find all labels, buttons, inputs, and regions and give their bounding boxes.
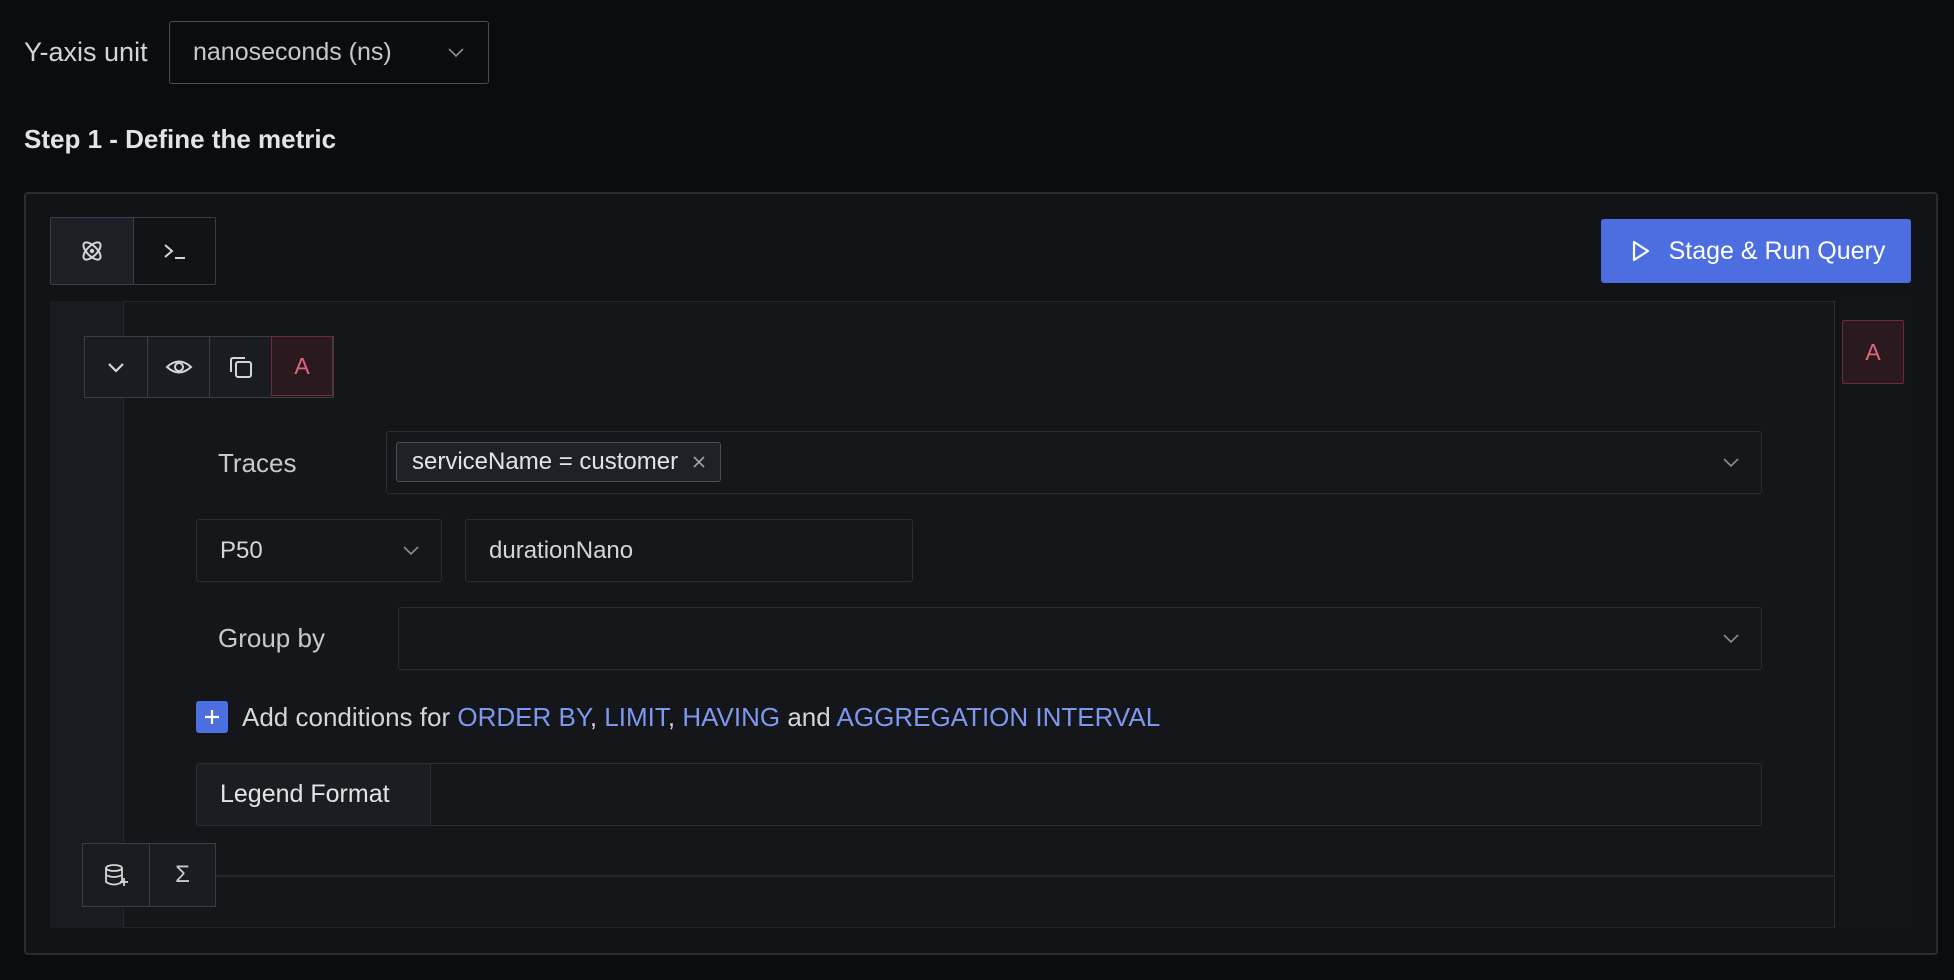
stage-and-run-query-button[interactable]: Stage & Run Query [1601, 219, 1911, 283]
having-keyword: HAVING [682, 701, 781, 732]
chevron-down-icon [1723, 458, 1739, 468]
filter-tag-label: serviceName = customer [412, 448, 679, 475]
query-bottom-toolbar: Σ [82, 843, 216, 907]
traces-label: Traces [218, 448, 297, 478]
add-query-button[interactable] [83, 844, 149, 906]
terminal-icon [163, 244, 185, 259]
toggle-visibility-button[interactable] [147, 337, 209, 397]
y-axis-unit-value: nanoseconds (ns) [193, 38, 392, 66]
query-letter-right-badge[interactable]: A [1842, 320, 1904, 384]
play-icon [1632, 240, 1649, 262]
query-builder-icon [82, 241, 102, 261]
clone-query-button[interactable] [209, 337, 271, 397]
limit-keyword: LIMIT [604, 701, 668, 732]
step-title: Step 1 - Define the metric [24, 124, 337, 154]
database-plus-icon [105, 864, 128, 886]
query-code-mode-button[interactable] [133, 218, 215, 284]
sigma-icon: Σ [175, 861, 190, 888]
chevron-down-icon [448, 48, 464, 58]
chevron-down-icon [403, 546, 419, 556]
chevron-down-icon [1723, 634, 1739, 644]
panel-divider [124, 875, 1834, 877]
copy-icon [229, 357, 252, 378]
aggregate-attribute-input[interactable]: durationNano [465, 519, 913, 582]
group-by-input[interactable] [398, 607, 1762, 670]
query-builder-mode-button[interactable] [51, 218, 133, 284]
legend-format-label: Legend Format [197, 764, 431, 825]
run-button-label: Stage & Run Query [1668, 236, 1886, 265]
aggregation-interval-keyword: AGGREGATION INTERVAL [836, 701, 1161, 732]
query-letter-badge[interactable]: A [271, 336, 333, 396]
add-conditions-prefix: Add conditions for [242, 701, 451, 732]
collapse-query-button[interactable] [85, 337, 147, 397]
query-right-column [1834, 301, 1912, 928]
filter-tag: serviceName = customer [396, 442, 722, 482]
legend-format-field: Legend Format [196, 763, 1762, 826]
separator-comma: , [667, 701, 676, 732]
add-formula-button[interactable]: Σ [149, 844, 215, 906]
order-by-keyword: ORDER BY [457, 701, 590, 732]
aggregate-attribute-value: durationNano [489, 536, 634, 564]
query-mode-toggle [50, 217, 216, 285]
eye-icon [165, 360, 192, 374]
y-axis-unit-select[interactable]: nanoseconds (ns) [169, 21, 489, 84]
add-conditions-row[interactable]: Add conditions for ORDER BY, LIMIT, HAVI… [196, 700, 1160, 734]
y-axis-unit-label: Y-axis unit [24, 37, 148, 67]
group-by-label: Group by [218, 623, 325, 653]
close-icon[interactable] [692, 455, 706, 469]
aggregate-operator-value: P50 [220, 536, 263, 564]
chevron-down-icon [108, 363, 124, 373]
legend-format-input[interactable] [431, 764, 1761, 825]
query-actions-toolbar: A [84, 336, 334, 398]
aggregate-operator-select[interactable]: P50 [196, 519, 442, 582]
and-text: and [787, 701, 831, 732]
separator-comma: , [589, 701, 598, 732]
plus-icon[interactable] [196, 701, 228, 733]
